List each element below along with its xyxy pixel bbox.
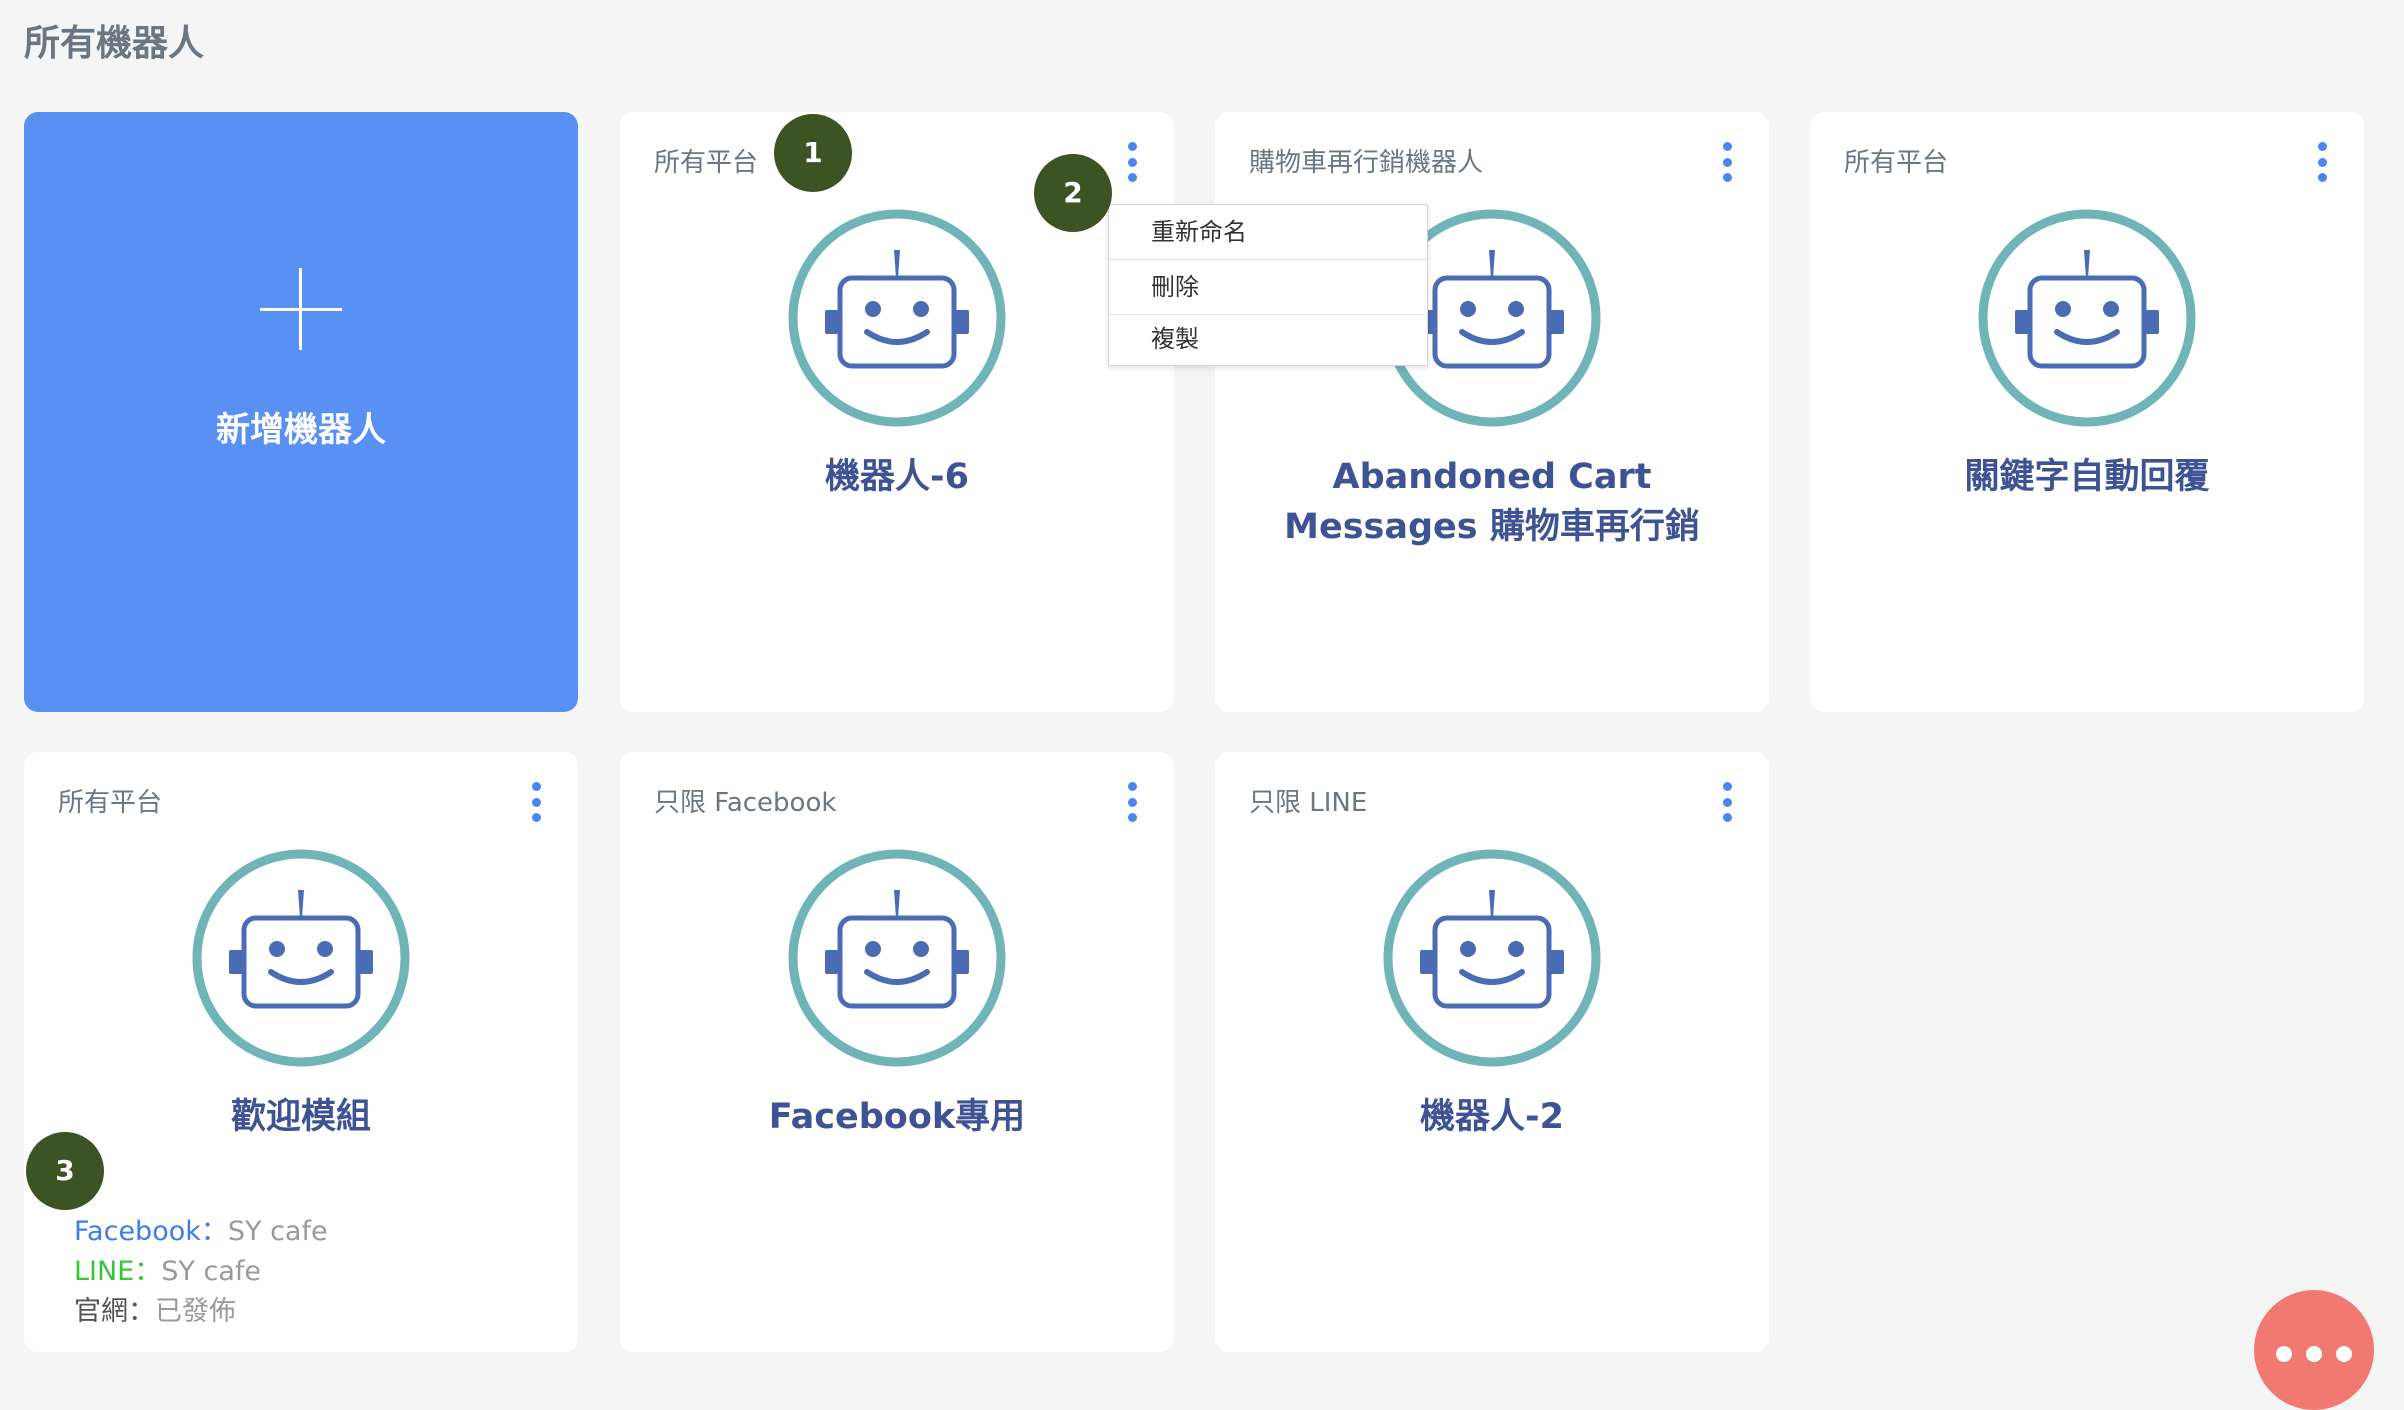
platform-label: 只限 LINE xyxy=(1249,788,1368,818)
platform-label: 所有平台 xyxy=(58,788,163,818)
robot-avatar-icon xyxy=(788,849,1006,1067)
bot-card[interactable]: 所有平台 歡迎模組 Facebook：SY cafe LINE：SY cafe … xyxy=(24,752,578,1352)
status-line: LINE：SY cafe xyxy=(74,1256,261,1287)
page-title: 所有機器人 xyxy=(24,23,205,64)
bot-card[interactable]: 只限 LINE 機器人-2 xyxy=(1215,752,1769,1352)
bot-name: 關鍵字自動回覆 xyxy=(1964,457,2210,497)
kebab-menu-icon[interactable] xyxy=(1120,142,1144,182)
robot-avatar-icon xyxy=(192,849,410,1067)
bot-name: Facebook專用 xyxy=(768,1097,1026,1137)
kebab-menu-icon[interactable] xyxy=(1120,782,1144,822)
platform-label: 只限 Facebook xyxy=(654,788,837,818)
more-horizontal-icon[interactable] xyxy=(2254,1290,2374,1410)
status-website: 官網：已發佈 xyxy=(74,1296,236,1327)
step-marker: 2 xyxy=(1034,154,1112,232)
kebab-menu-icon[interactable] xyxy=(524,782,548,822)
bot-name: Abandoned Cart Messages 購物車再行銷 xyxy=(1235,452,1749,552)
bot-card[interactable]: 購物車再行銷機器人 Abandoned Cart Messages 購物車再行銷 xyxy=(1215,112,1769,712)
kebab-menu-icon[interactable] xyxy=(1715,142,1739,182)
menu-item-duplicate[interactable]: 複製 xyxy=(1109,315,1427,365)
status-facebook: Facebook：SY cafe xyxy=(74,1216,328,1247)
add-bot-card[interactable]: 新增機器人 xyxy=(24,112,578,712)
menu-item-delete[interactable]: 刪除 xyxy=(1109,260,1427,315)
add-bot-label: 新增機器人 xyxy=(216,410,386,450)
platform-label: 購物車再行銷機器人 xyxy=(1249,148,1484,178)
context-menu: 重新命名 刪除 複製 xyxy=(1108,204,1428,366)
menu-item-rename[interactable]: 重新命名 xyxy=(1109,205,1427,260)
bot-name: 機器人-2 xyxy=(1420,1097,1564,1137)
platform-label: 所有平台 xyxy=(1844,148,1949,178)
step-marker: 1 xyxy=(774,114,852,192)
step-marker: 3 xyxy=(26,1132,104,1210)
kebab-menu-icon[interactable] xyxy=(1715,782,1739,822)
bot-name-line: Abandoned Cart xyxy=(1332,457,1652,497)
platform-label: 所有平台 xyxy=(654,148,759,178)
publish-status: Facebook：SY cafe LINE：SY cafe 官網：已發佈 xyxy=(74,1212,328,1332)
bot-name: 機器人-6 xyxy=(825,457,969,497)
robot-avatar-icon xyxy=(1383,849,1601,1067)
bot-card[interactable]: 所有平台 關鍵字自動回覆 xyxy=(1810,112,2364,712)
kebab-menu-icon[interactable] xyxy=(2310,142,2334,182)
bot-card[interactable]: 只限 Facebook Facebook專用 xyxy=(620,752,1174,1352)
robot-avatar-icon xyxy=(1978,209,2196,427)
robot-avatar-icon xyxy=(788,209,1006,427)
bot-name-line: Messages 購物車再行銷 xyxy=(1284,507,1700,547)
bot-name: 歡迎模組 xyxy=(230,1097,371,1137)
